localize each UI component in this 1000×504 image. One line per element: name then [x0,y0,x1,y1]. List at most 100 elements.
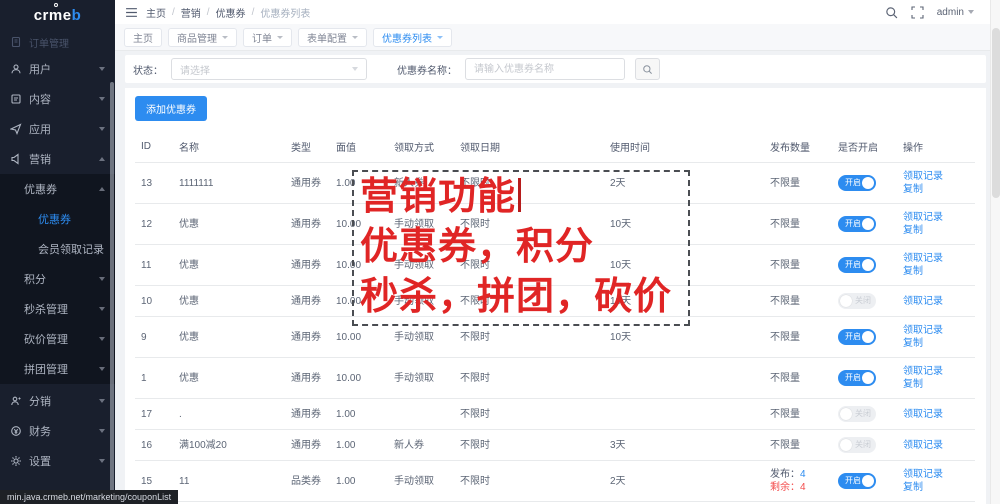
cell-id: 17 [135,398,173,430]
tab-orders[interactable]: 订单 [243,27,292,47]
caret-down-icon [437,35,443,39]
record-link[interactable]: 领取记录 [903,469,943,480]
fullscreen-icon[interactable] [911,5,924,19]
tab-home[interactable]: 主页 [124,27,162,47]
record-link[interactable]: 领取记录 [903,212,943,223]
sidebar-item-coupon[interactable]: 优惠券 [0,204,115,234]
sidebar-item-groupbuy[interactable]: 拼团管理 [0,354,115,384]
sidebar-item-label: 设置 [29,456,51,468]
sidebar-item-apps[interactable]: 应用 [0,114,115,144]
copy-link[interactable]: 复制 [903,379,923,390]
sidebar-item-label: 内容 [29,94,51,106]
cell-enabled: 关闭 [832,398,897,430]
sidebar-item-label: 积分 [24,274,46,286]
cell-enabled: 开启 [832,203,897,245]
sidebar-scrollbar[interactable] [110,82,114,502]
vertical-scrollbar[interactable] [990,0,1000,504]
cell-id: 11 [135,244,173,286]
breadcrumb-marketing[interactable]: 营销 [181,5,201,20]
search-button[interactable] [635,58,660,80]
record-link[interactable]: 领取记录 [903,253,943,264]
col-id: ID [135,131,173,163]
cell-duration: 10天 [604,203,764,245]
status-select[interactable]: 请选择 [171,58,367,80]
sidebar-item-finance[interactable]: 财务 [0,416,115,446]
sidebar-item-member-records[interactable]: 会员领取记录 [0,234,115,264]
sidebar-item-orders[interactable]: 订单管理 [0,30,115,54]
sidebar-item-points[interactable]: 积分 [0,264,115,294]
cell-duration: 2天 [604,460,764,502]
sidebar-item-content[interactable]: 内容 [0,84,115,114]
cell-enabled: 开启 [832,357,897,399]
sidebar-item-label: 用户 [29,64,51,76]
enable-toggle[interactable]: 开启 [838,329,876,345]
megaphone-icon [11,153,19,165]
sidebar-item-users[interactable]: 用户 [0,54,115,84]
enable-toggle[interactable]: 开启 [838,370,876,386]
cell-type: 通用券 [285,244,330,286]
paper-plane-icon [10,123,22,135]
copy-link[interactable]: 复制 [903,482,923,493]
cell-enabled: 开启 [832,244,897,286]
cell-enabled: 关闭 [832,429,897,461]
chevron-down-icon [99,97,105,101]
chevron-down-icon [968,10,974,14]
enable-toggle[interactable]: 关闭 [838,293,876,309]
add-coupon-button[interactable]: 添加优惠券 [135,96,207,121]
tab-product-management[interactable]: 商品管理 [168,27,237,47]
copy-link[interactable]: 复制 [903,338,923,349]
coupon-table-body: 13 1111111 通用券 1.00 新人券 不限时 2天 不限量 开启 领取记录复制 12 优惠通… [135,162,975,504]
cell-id: 13 [135,162,173,204]
marketing-submenu: 优惠券 优惠券 会员领取记录 积分 秒杀管理 砍价管理 拼团管理 [0,174,115,384]
record-link[interactable]: 领取记录 [903,440,943,451]
cell-date: 不限时 [454,398,604,430]
cell-actions: 领取记录复制 [897,203,975,245]
copy-link[interactable]: 复制 [903,266,923,277]
copy-link[interactable]: 复制 [903,184,923,195]
cell-date: 不限时 [454,203,604,245]
table-row: 11 优惠 通用券 10.00 手动领取 不限时 10天 不限量 开启 领取记录复制 [135,244,975,286]
table-row: 17. 通用券 1.00 不限时 不限量 关闭 领取记录 [135,398,975,430]
cell-duration: 10天 [604,244,764,286]
record-link[interactable]: 领取记录 [903,325,943,336]
link-preview-url: min.java.crmeb.net/marketing/couponList [7,492,172,502]
enable-toggle[interactable]: 开启 [838,473,876,489]
sidebar-item-marketing[interactable]: 营销 [0,144,115,174]
cell-type: 通用券 [285,398,330,430]
breadcrumb-home[interactable]: 主页 [146,5,166,20]
enable-toggle[interactable]: 关闭 [838,437,876,453]
enable-toggle[interactable]: 开启 [838,216,876,232]
magnifier-icon [643,64,652,74]
tab-form-config[interactable]: 表单配置 [298,27,367,47]
record-link[interactable]: 领取记录 [903,409,943,420]
record-link[interactable]: 领取记录 [903,171,943,182]
breadcrumb-coupon[interactable]: 优惠券 [216,5,246,20]
search-icon[interactable] [885,6,898,19]
user-menu[interactable]: admin [937,7,974,18]
sidebar-item-bargain[interactable]: 砍价管理 [0,324,115,354]
sidebar-item-settings[interactable]: 设置 [0,446,115,476]
table-row: 10 优惠 通用券 10.00 手动领取 不限时 10天 不限量 关闭 领取记录 [135,285,975,317]
chevron-up-icon [99,187,105,191]
record-link[interactable]: 领取记录 [903,366,943,377]
cell-duration: 10天 [604,285,764,317]
cell-type: 通用券 [285,316,330,358]
sidebar-item-coupon-group[interactable]: 优惠券 [0,174,115,204]
hamburger-menu-icon[interactable] [125,6,138,19]
scrollbar-thumb[interactable] [992,28,1000,198]
cell-actions: 领取记录复制 [897,316,975,358]
enable-toggle[interactable]: 关闭 [838,406,876,422]
table-row: 12 优惠 通用券 10.00 手动领取 不限时 10天 不限量 开启 领取记录复制 [135,203,975,245]
enable-toggle[interactable]: 开启 [838,175,876,191]
copy-link[interactable]: 复制 [903,225,923,236]
sidebar-item-distribution[interactable]: 分销 [0,386,115,416]
sidebar-item-seckill[interactable]: 秒杀管理 [0,294,115,324]
tab-coupon-list[interactable]: 优惠券列表 [373,27,452,47]
cell-actions: 领取记录复制 [897,162,975,204]
cell-id: 16 [135,429,173,461]
record-link[interactable]: 领取记录 [903,296,943,307]
logo-text: e [62,6,72,24]
enable-toggle[interactable]: 开启 [838,257,876,273]
coupon-name-input[interactable] [465,58,625,80]
chevron-down-icon [99,367,105,371]
